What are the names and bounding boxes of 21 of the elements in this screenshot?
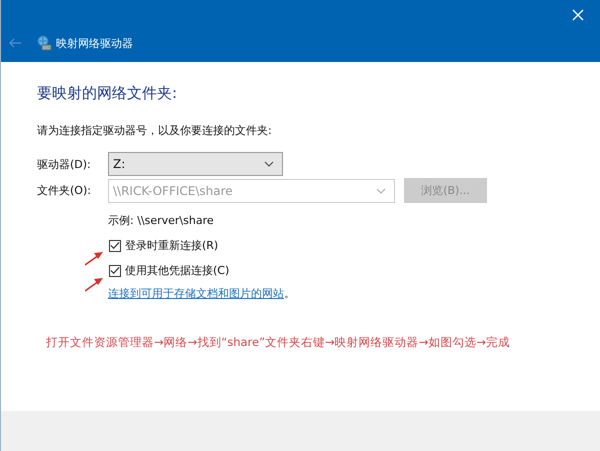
dialog-heading: 要映射的网络文件夹: xyxy=(37,84,178,103)
caret-icon xyxy=(376,188,386,194)
checkbox[interactable] xyxy=(109,264,121,276)
annotation-text: 打开文件资源管理器→网络→找到“share”文件夹右键→映射网络驱动器→如图勾选→完成 xyxy=(46,335,511,350)
drive-dropdown[interactable]: Z: xyxy=(108,152,283,176)
close-icon xyxy=(572,9,584,21)
annotation-arrow xyxy=(85,277,104,292)
annotation-arrow xyxy=(85,251,104,266)
website-link[interactable]: 连接到可用于存储文档和图片的网站 xyxy=(108,286,284,301)
field-label: 驱动器(D): xyxy=(37,156,92,172)
punctuation-text: 。 xyxy=(284,286,295,301)
checkbox-label[interactable]: 使用其他凭据连接(C) xyxy=(125,263,230,278)
caret-icon xyxy=(264,161,274,167)
window-title: 映射网络驱动器 xyxy=(56,36,133,50)
checkbox[interactable] xyxy=(109,240,121,252)
checkbox-label[interactable]: 登录时重新连接(R) xyxy=(125,238,218,253)
network-drive-icon xyxy=(36,35,52,51)
example-text: 示例: \\server\share xyxy=(108,213,215,228)
instruction-text: 请为连接指定驱动器号，以及你要连接的文件夹: xyxy=(37,123,273,138)
back-arrow-icon xyxy=(8,38,22,48)
field-label: 文件夹(O): xyxy=(37,183,92,198)
